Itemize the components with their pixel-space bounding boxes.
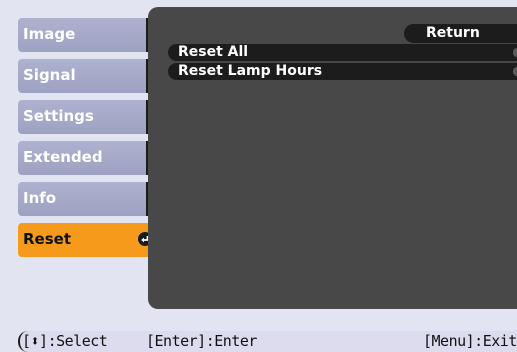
- main-menu: Image Signal Settings Extended Info Rese…: [18, 14, 160, 310]
- reset-all-option[interactable]: Reset All: [168, 44, 517, 61]
- menu-item-label: Info: [23, 189, 57, 207]
- reset-panel: Return Reset All Reset Lamp Hours: [148, 7, 517, 309]
- help-exit: [Menu]:Exit: [423, 332, 517, 350]
- menu-item-signal[interactable]: Signal: [18, 59, 158, 93]
- menu-item-label: Image: [23, 25, 76, 43]
- help-enter: [Enter]:Enter: [146, 332, 257, 350]
- reset-lamp-hours-option[interactable]: Reset Lamp Hours: [168, 63, 517, 80]
- menu-item-reset[interactable]: Reset: [18, 223, 160, 257]
- menu-item-label: Extended: [23, 148, 103, 166]
- menu-item-settings[interactable]: Settings: [18, 100, 158, 134]
- menu-item-image[interactable]: Image: [18, 18, 158, 52]
- projector-menu-window: Image Signal Settings Extended Info Rese…: [0, 0, 517, 352]
- return-button[interactable]: Return: [404, 24, 517, 43]
- option-edge: [513, 48, 517, 57]
- menu-item-label: Signal: [23, 66, 76, 84]
- menu-item-info[interactable]: Info: [18, 182, 158, 216]
- option-label: Reset All: [178, 44, 249, 60]
- return-label: Return: [426, 25, 480, 41]
- option-label: Reset Lamp Hours: [178, 63, 323, 79]
- menu-item-label: Settings: [23, 107, 94, 125]
- option-edge: [513, 67, 517, 76]
- menu-item-label: Reset: [23, 230, 71, 248]
- help-bar: [⬍]:Select [Enter]:Enter [Menu]:Exit: [18, 331, 517, 352]
- help-select: [⬍]:Select: [22, 332, 108, 350]
- menu-item-extended[interactable]: Extended: [18, 141, 158, 175]
